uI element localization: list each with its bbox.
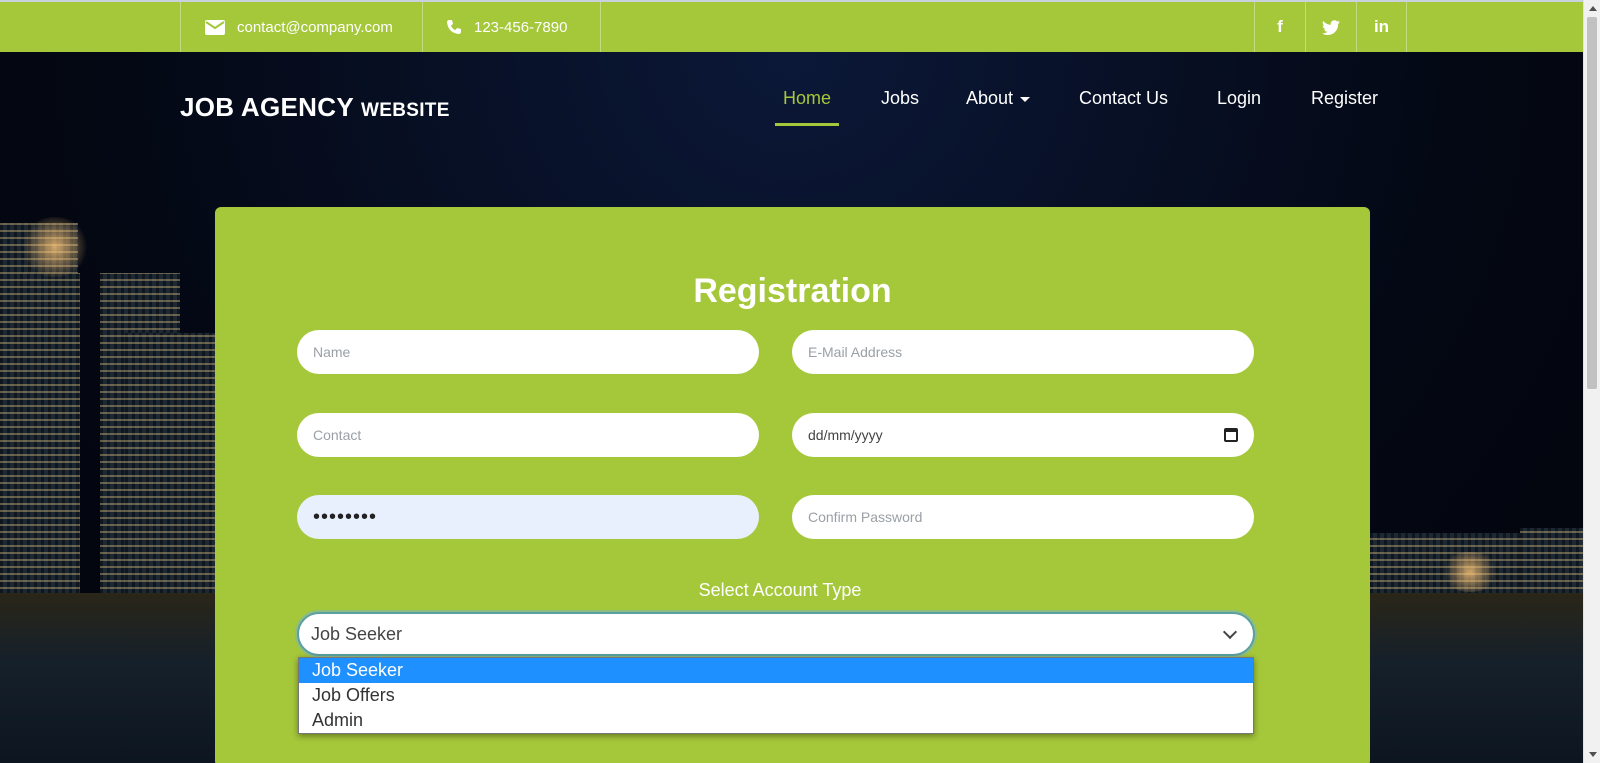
- brand-main: JOB AGENCY: [180, 92, 354, 122]
- option-admin[interactable]: Admin: [299, 708, 1253, 733]
- email-contact[interactable]: contact@company.com: [180, 2, 423, 52]
- page-scrollbar[interactable]: [1583, 0, 1600, 763]
- confirm-password-input[interactable]: [792, 495, 1254, 539]
- calendar-icon[interactable]: [1224, 428, 1238, 442]
- account-type-label: Select Account Type: [698, 580, 862, 600]
- nav-about-label: About: [966, 88, 1014, 108]
- date-value: dd/mm/yyyy: [808, 427, 883, 443]
- contact-input[interactable]: [297, 413, 759, 457]
- light-glow: [20, 217, 90, 277]
- nav-register[interactable]: Register: [1311, 88, 1378, 123]
- building: [20, 273, 80, 603]
- nav-about[interactable]: About: [966, 88, 1031, 123]
- caret-down-icon: [1020, 96, 1031, 102]
- nav-jobs[interactable]: Jobs: [881, 88, 919, 123]
- scroll-down-icon[interactable]: [1589, 752, 1597, 757]
- password-input[interactable]: ••••••••: [297, 495, 759, 539]
- phone-text: 123-456-7890: [474, 18, 568, 36]
- linkedin-icon[interactable]: in: [1356, 2, 1407, 52]
- option-job-offers[interactable]: Job Offers: [299, 683, 1253, 708]
- account-type-select[interactable]: Job Seeker: [297, 612, 1255, 656]
- facebook-icon[interactable]: f: [1254, 2, 1305, 52]
- registration-card: Registration dd/mm/yyyy •••••••• Select …: [215, 207, 1370, 763]
- brand-sub: WEBSITE: [361, 100, 450, 121]
- scrollbar-thumb[interactable]: [1587, 17, 1597, 389]
- building: [125, 333, 215, 603]
- form-title: Registration: [693, 272, 892, 310]
- top-contact-bar: contact@company.com 123-456-7890 f in: [0, 0, 1583, 52]
- password-value: ••••••••: [313, 505, 378, 528]
- twitter-icon[interactable]: [1305, 2, 1356, 52]
- light-glow: [1440, 552, 1500, 592]
- date-input[interactable]: dd/mm/yyyy: [792, 413, 1254, 457]
- option-job-seeker[interactable]: Job Seeker: [299, 658, 1253, 683]
- name-input[interactable]: [297, 330, 759, 374]
- chevron-down-icon: [1222, 624, 1238, 639]
- email-text: contact@company.com: [237, 18, 393, 36]
- nav-contact[interactable]: Contact Us: [1079, 88, 1168, 123]
- nav-home[interactable]: Home: [775, 88, 840, 126]
- building: [1520, 528, 1583, 603]
- nav-login[interactable]: Login: [1217, 88, 1261, 123]
- envelope-icon: [205, 19, 225, 35]
- phone-icon: [446, 19, 462, 35]
- email-input[interactable]: [792, 330, 1254, 374]
- select-value: Job Seeker: [311, 623, 403, 644]
- account-type-dropdown: Job Seeker Job Offers Admin: [298, 657, 1254, 734]
- site-logo[interactable]: JOB AGENCY WEBSITE: [180, 92, 450, 123]
- scroll-up-icon[interactable]: [1589, 6, 1597, 11]
- phone-contact[interactable]: 123-456-7890: [422, 2, 601, 52]
